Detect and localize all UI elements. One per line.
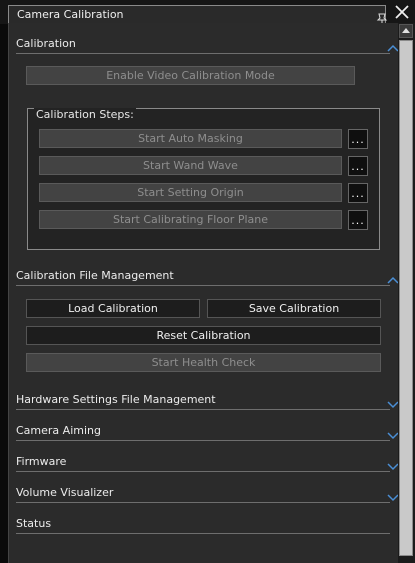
section-volume-visualizer-title: Volume Visualizer [16, 486, 114, 499]
start-health-check-button[interactable]: Start Health Check [26, 353, 381, 372]
setting-origin-options-button[interactable]: ... [348, 183, 368, 203]
wand-wave-options-button[interactable]: ... [348, 156, 368, 176]
section-calibration-title: Calibration [16, 37, 76, 50]
floor-plane-options-button[interactable]: ... [348, 210, 368, 230]
window-title: Camera Calibration [17, 8, 124, 21]
start-wand-wave-button[interactable]: Start Wand Wave [39, 156, 342, 175]
auto-masking-options-button[interactable]: ... [348, 129, 368, 149]
section-firmware-header[interactable]: Firmware [16, 455, 399, 472]
start-auto-masking-button[interactable]: Start Auto Masking [39, 129, 342, 148]
reset-calibration-button[interactable]: Reset Calibration [26, 326, 381, 345]
enable-video-calibration-button[interactable]: Enable Video Calibration Mode [26, 66, 355, 85]
start-setting-origin-button[interactable]: Start Setting Origin [39, 183, 342, 202]
save-calibration-button[interactable]: Save Calibration [207, 299, 381, 318]
section-file-management-header[interactable]: Calibration File Management [16, 269, 399, 286]
scroll-up-button[interactable] [399, 24, 413, 38]
section-file-management-title: Calibration File Management [16, 269, 174, 282]
window-tab[interactable]: Camera Calibration [8, 5, 388, 25]
load-calibration-button[interactable]: Load Calibration [26, 299, 200, 318]
section-firmware-title: Firmware [16, 455, 67, 468]
panel-content: Calibration Enable Video Calibration Mod… [8, 23, 399, 563]
scroll-up-icon [402, 28, 410, 33]
section-hardware-settings-header[interactable]: Hardware Settings File Management [16, 393, 399, 410]
section-camera-aiming-header[interactable]: Camera Aiming [16, 424, 399, 441]
section-volume-visualizer-header[interactable]: Volume Visualizer [16, 486, 399, 503]
scrollbar-thumb[interactable] [399, 40, 413, 556]
section-hardware-settings-title: Hardware Settings File Management [16, 393, 216, 406]
camera-calibration-panel: Camera Calibration Calibration Enable Vi… [0, 0, 415, 563]
start-calibrating-floor-plane-button[interactable]: Start Calibrating Floor Plane [39, 210, 342, 229]
calibration-steps-group: Calibration Steps: Start Auto Masking ..… [27, 108, 380, 250]
section-calibration-header[interactable]: Calibration [16, 37, 399, 54]
title-bar: Camera Calibration [0, 0, 415, 25]
section-status-header[interactable]: Status [16, 517, 390, 534]
calibration-steps-label: Calibration Steps: [34, 108, 136, 121]
close-icon[interactable] [392, 2, 412, 22]
section-status-title: Status [16, 517, 52, 530]
section-camera-aiming-title: Camera Aiming [16, 424, 101, 437]
vertical-scrollbar[interactable] [398, 23, 415, 563]
